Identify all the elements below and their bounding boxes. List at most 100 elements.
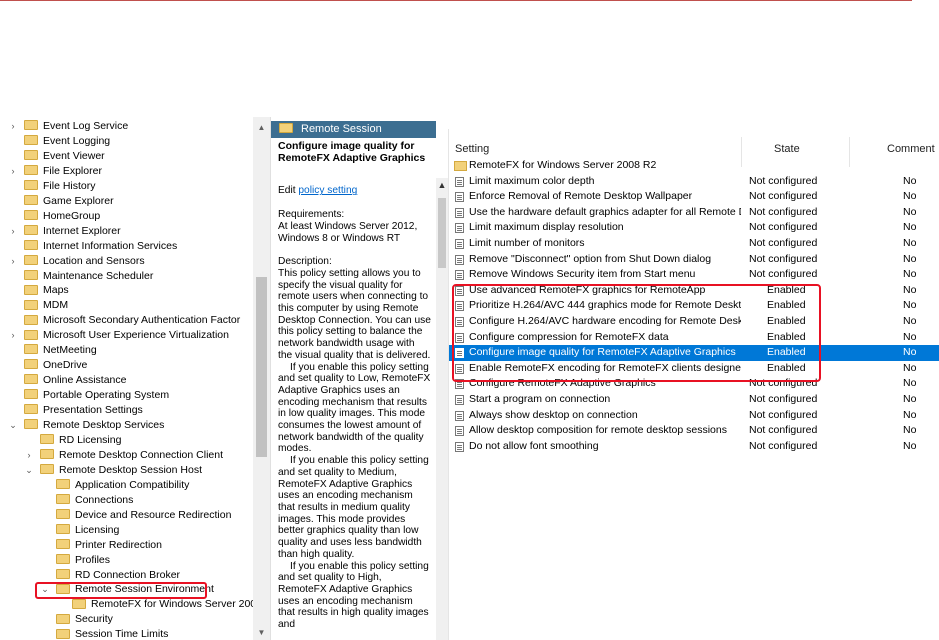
folder-icon bbox=[24, 389, 38, 400]
folder-icon bbox=[56, 493, 70, 504]
tree-item[interactable]: Internet Information Services bbox=[24, 239, 177, 254]
tree-item[interactable]: › Event Log Service bbox=[12, 119, 129, 134]
tree-item-label: Licensing bbox=[75, 523, 120, 536]
folder-icon bbox=[24, 239, 38, 250]
tree-item[interactable]: Device and Resource Redirection bbox=[56, 508, 231, 523]
edit-policy-link[interactable]: policy setting bbox=[298, 185, 357, 196]
scroll-up-icon[interactable]: ▲ bbox=[436, 180, 448, 190]
folder-icon bbox=[24, 165, 38, 176]
tree-item-label: Remote Desktop Services bbox=[43, 419, 165, 431]
setting-state: Not configured bbox=[749, 237, 818, 249]
description-p2: If you enable this policy setting and se… bbox=[278, 361, 431, 455]
tree-item[interactable]: Maps bbox=[24, 283, 69, 298]
folder-icon bbox=[24, 209, 38, 220]
tree-item[interactable]: RemoteFX for Windows Server 2008 R bbox=[72, 597, 270, 612]
setting-name: Start a program on connection bbox=[469, 393, 611, 405]
chevron-down-icon[interactable]: ⌄ bbox=[8, 418, 18, 433]
tree-item[interactable]: Portable Operating System bbox=[24, 388, 169, 403]
column-comment[interactable]: Comment bbox=[887, 143, 935, 155]
policy-tree[interactable]: › Event Log Service Event Logging Event Vie… bbox=[0, 117, 271, 640]
setting-comment: No bbox=[903, 408, 917, 421]
chevron-right-icon[interactable]: › bbox=[8, 254, 18, 269]
folder-icon bbox=[56, 568, 70, 579]
chevron-right-icon[interactable]: › bbox=[8, 328, 18, 343]
tree-item[interactable]: File History bbox=[24, 179, 96, 194]
setting-row[interactable]: RemoteFX for Windows Server 2008 R2 bbox=[449, 158, 939, 174]
folder-icon bbox=[24, 419, 38, 430]
column-setting[interactable]: Setting bbox=[455, 143, 489, 155]
setting-row[interactable]: Limit number of monitors Not configured No bbox=[449, 236, 939, 252]
tree-item[interactable]: Printer Redirection bbox=[56, 538, 162, 553]
tree-item[interactable]: Game Explorer bbox=[24, 194, 114, 209]
chevron-down-icon[interactable]: ⌄ bbox=[24, 463, 34, 478]
tree-item[interactable]: Microsoft Secondary Authentication Facto… bbox=[24, 313, 240, 328]
tree-item[interactable]: Profiles bbox=[56, 553, 110, 568]
tree-scrollbar[interactable]: ▲ ▼ bbox=[253, 117, 270, 640]
folder-icon bbox=[56, 553, 70, 564]
setting-state: Not configured bbox=[749, 205, 818, 218]
tree-item[interactable]: › Location and Sensors bbox=[12, 254, 145, 269]
tree-item[interactable]: OneDrive bbox=[24, 358, 87, 373]
chevron-right-icon[interactable]: › bbox=[24, 448, 34, 463]
tree-item[interactable]: › Internet Explorer bbox=[12, 224, 121, 239]
setting-row[interactable]: Do not allow font smoothing Not configure… bbox=[449, 439, 939, 455]
tree-item[interactable]: › File Explorer bbox=[12, 164, 102, 179]
setting-state: Not configured bbox=[749, 393, 818, 405]
tree-item-label: Microsoft User Experience Virtualization bbox=[43, 329, 229, 342]
setting-row[interactable]: Limit maximum color depth Not configured N… bbox=[449, 174, 939, 190]
tree-item[interactable]: Presentation Settings bbox=[24, 403, 143, 418]
settings-list[interactable]: Setting State Comment RemoteFX for Windo… bbox=[448, 129, 939, 640]
setting-row[interactable]: Limit maximum display resolution Not conf… bbox=[449, 220, 939, 236]
chevron-right-icon[interactable]: › bbox=[8, 224, 18, 239]
setting-comment: No bbox=[903, 315, 917, 327]
policy-icon bbox=[455, 395, 464, 405]
scrollbar-thumb[interactable] bbox=[438, 198, 446, 268]
folder-icon bbox=[24, 269, 38, 280]
setting-row[interactable]: Enforce Removal of Remote Desktop Wallpa… bbox=[449, 189, 939, 205]
scrollbar-thumb[interactable] bbox=[256, 277, 267, 457]
setting-row[interactable]: Start a program on connection Not configu… bbox=[449, 392, 939, 408]
tree-item[interactable]: RD Licensing bbox=[40, 433, 121, 448]
setting-comment: No bbox=[903, 377, 917, 390]
folder-icon bbox=[24, 284, 38, 295]
tree-item[interactable]: Online Assistance bbox=[24, 373, 126, 388]
tree-item-label: Event Viewer bbox=[43, 149, 105, 162]
tree-item[interactable]: ⌄ Remote Desktop Services bbox=[9, 418, 165, 433]
setting-row[interactable]: Remove "Disconnect" option from Shut Dow… bbox=[449, 252, 939, 268]
chevron-right-icon[interactable]: › bbox=[8, 119, 18, 134]
tree-item[interactable]: Event Viewer bbox=[24, 149, 105, 164]
setting-comment: No bbox=[903, 221, 917, 234]
folder-icon bbox=[24, 254, 38, 265]
tree-item[interactable]: HomeGroup bbox=[24, 209, 100, 224]
tree-item[interactable]: ⌄ Remote Desktop Session Host bbox=[25, 463, 202, 478]
setting-name: Always show desktop on connection bbox=[469, 408, 638, 421]
setting-row[interactable]: Always show desktop on connection Not con… bbox=[449, 408, 939, 424]
tree-item[interactable]: MDM bbox=[24, 298, 68, 313]
tree-item[interactable]: Licensing bbox=[56, 523, 119, 538]
tree-item[interactable]: Application Compatibility bbox=[56, 478, 189, 493]
setting-row[interactable]: Use the hardware default graphics adapte… bbox=[449, 205, 939, 221]
setting-state: Not configured bbox=[749, 190, 818, 203]
setting-comment: No bbox=[903, 330, 917, 343]
scroll-up-icon[interactable]: ▲ bbox=[253, 120, 270, 135]
tree-item[interactable]: Event Logging bbox=[24, 134, 110, 149]
tree-item-label: Security bbox=[75, 613, 113, 626]
column-state[interactable]: State bbox=[774, 143, 800, 155]
setting-row[interactable]: Allow desktop composition for remote des… bbox=[449, 423, 939, 439]
tree-item[interactable]: › Remote Desktop Connection Client bbox=[28, 448, 224, 463]
tree-item[interactable]: Maintenance Scheduler bbox=[24, 269, 153, 284]
folder-icon bbox=[24, 404, 38, 415]
tree-item[interactable]: › Microsoft User Experience Virtualizatio… bbox=[12, 328, 229, 343]
scroll-down-icon[interactable]: ▼ bbox=[253, 625, 270, 640]
tree-item[interactable]: Connections bbox=[56, 493, 133, 508]
setting-row[interactable]: Remove Windows Security item from Start … bbox=[449, 267, 939, 283]
tree-item[interactable]: Security bbox=[56, 612, 113, 627]
tree-item[interactable]: RD Connection Broker bbox=[56, 568, 180, 583]
policy-icon bbox=[455, 410, 464, 421]
description-scrollbar[interactable]: ▲ bbox=[436, 178, 448, 640]
tree-item-label: Maintenance Scheduler bbox=[43, 269, 154, 282]
tree-item[interactable]: NetMeeting bbox=[24, 343, 97, 358]
chevron-right-icon[interactable]: › bbox=[8, 164, 18, 179]
tree-item[interactable]: Session Time Limits bbox=[56, 627, 168, 640]
folder-icon bbox=[56, 523, 70, 534]
